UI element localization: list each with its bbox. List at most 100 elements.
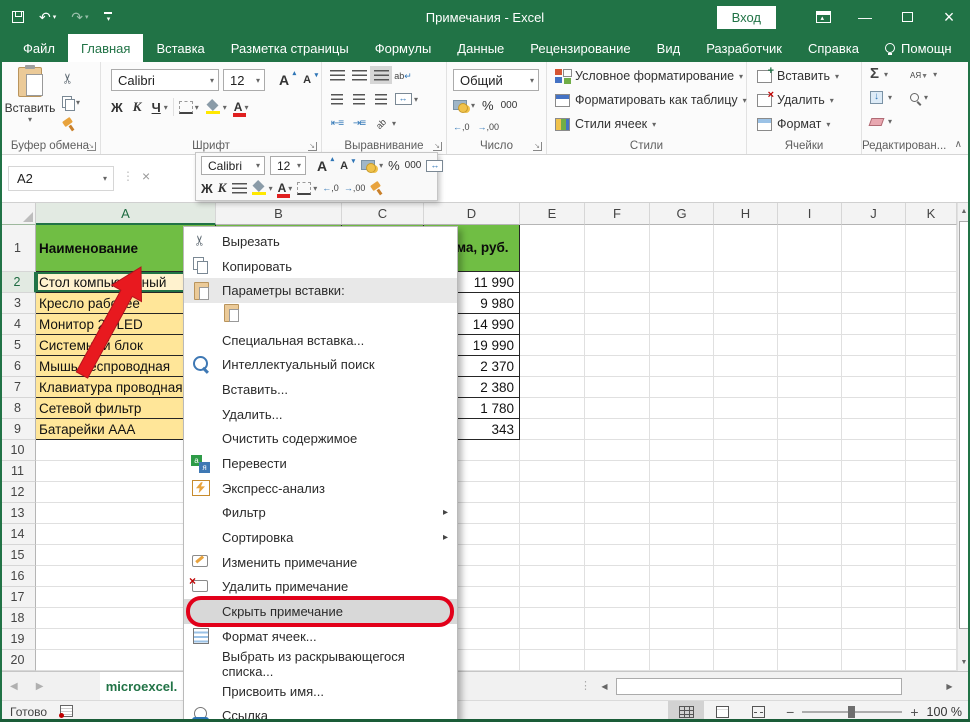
find-select-button[interactable]: ▾	[910, 93, 928, 102]
horizontal-scroll-thumb[interactable]	[616, 678, 902, 695]
dialog-launcher-icon[interactable]	[308, 142, 317, 151]
increase-decimal-button[interactable]: ←,0	[453, 122, 470, 132]
row-header-13[interactable]: 13	[0, 503, 36, 524]
cell-H2[interactable]	[714, 272, 778, 293]
undo-button[interactable]: ↶▾	[39, 10, 56, 24]
cell-H13[interactable]	[714, 503, 778, 524]
cancel-icon[interactable]: ×	[142, 168, 150, 184]
menu-item-smart-lookup[interactable]: Интеллектуальный поиск	[184, 352, 457, 377]
insert-cells-button[interactable]: Вставить ▾	[757, 69, 839, 83]
previous-sheet-icon[interactable]: ◀	[10, 681, 18, 692]
zoom-out-button[interactable]: −	[786, 704, 794, 720]
zoom-slider[interactable]	[802, 711, 902, 713]
cell-F16[interactable]	[585, 566, 650, 587]
cell-F2[interactable]	[585, 272, 650, 293]
cell-E1[interactable]	[520, 225, 585, 272]
tab-insert[interactable]: Вставка	[143, 34, 217, 62]
chevron-down-icon[interactable]: ▾	[414, 95, 418, 104]
menu-item-pick-from-dropdown-list[interactable]: Выбрать из раскрывающегося списка...	[184, 649, 457, 679]
merge-center-button[interactable]	[392, 90, 414, 108]
scroll-left-icon[interactable]: ◀	[596, 678, 613, 695]
format-as-table-button[interactable]: Форматировать как таблицу ▾	[555, 93, 747, 107]
cell-E20[interactable]	[520, 650, 585, 671]
mini-font-color-button[interactable]: А▾	[278, 183, 293, 194]
cell-H10[interactable]	[714, 440, 778, 461]
cell-I14[interactable]	[778, 524, 842, 545]
cell-K5[interactable]	[906, 335, 957, 356]
accounting-format-button[interactable]: ▾	[453, 99, 475, 112]
menu-item-clear-contents[interactable]: Очистить содержимое	[184, 427, 457, 452]
formula-bar-splitter[interactable]: ⋮	[122, 169, 134, 183]
cell-F9[interactable]	[585, 419, 650, 440]
cell-K19[interactable]	[906, 629, 957, 650]
cell-F18[interactable]	[585, 608, 650, 629]
cell-I2[interactable]	[778, 272, 842, 293]
cell-F7[interactable]	[585, 377, 650, 398]
cell-I10[interactable]	[778, 440, 842, 461]
cell-G16[interactable]	[650, 566, 714, 587]
row-header-14[interactable]: 14	[0, 524, 36, 545]
cell-G13[interactable]	[650, 503, 714, 524]
cell-E11[interactable]	[520, 461, 585, 482]
cell-K4[interactable]	[906, 314, 957, 335]
tab-help[interactable]: Справка	[795, 34, 872, 62]
cell-I6[interactable]	[778, 356, 842, 377]
cell-J20[interactable]	[842, 650, 906, 671]
cell-I17[interactable]	[778, 587, 842, 608]
row-header-1[interactable]: 1	[0, 225, 36, 272]
zoom-level[interactable]: 100 %	[927, 705, 962, 719]
cell-E13[interactable]	[520, 503, 585, 524]
tab-formulas[interactable]: Формулы	[362, 34, 445, 62]
bold-button[interactable]: Ж	[111, 100, 123, 115]
cell-K3[interactable]	[906, 293, 957, 314]
cell-E6[interactable]	[520, 356, 585, 377]
tab-assistant[interactable]: Помощн	[872, 34, 965, 62]
tab-review[interactable]: Рецензирование	[517, 34, 643, 62]
mini-fill-color-button[interactable]: ▾	[252, 182, 273, 195]
chevron-down-icon[interactable]: ▾	[164, 103, 168, 112]
cell-F15[interactable]	[585, 545, 650, 566]
cell-I15[interactable]	[778, 545, 842, 566]
cell-I1[interactable]	[778, 225, 842, 272]
cell-G17[interactable]	[650, 587, 714, 608]
row-header-17[interactable]: 17	[0, 587, 36, 608]
cell-G12[interactable]	[650, 482, 714, 503]
cell-J18[interactable]	[842, 608, 906, 629]
close-button[interactable]: ×	[928, 0, 970, 34]
cell-J13[interactable]	[842, 503, 906, 524]
underline-button[interactable]: Ч	[152, 100, 161, 115]
cell-K7[interactable]	[906, 377, 957, 398]
tab-file[interactable]: Файл	[10, 34, 68, 62]
align-icon[interactable]	[232, 183, 247, 194]
cell-K13[interactable]	[906, 503, 957, 524]
cell-K10[interactable]	[906, 440, 957, 461]
cell-G18[interactable]	[650, 608, 714, 629]
ribbon-display-options-button[interactable]	[802, 0, 844, 34]
cell-J4[interactable]	[842, 314, 906, 335]
cell-E7[interactable]	[520, 377, 585, 398]
align-right-button[interactable]	[370, 90, 392, 108]
cell-H16[interactable]	[714, 566, 778, 587]
cell-E14[interactable]	[520, 524, 585, 545]
name-box[interactable]: A2 ▾	[8, 166, 114, 191]
cell-G2[interactable]	[650, 272, 714, 293]
dialog-launcher-icon[interactable]	[87, 142, 96, 151]
cell-E16[interactable]	[520, 566, 585, 587]
shrink-font-button[interactable]: А	[303, 74, 311, 86]
cell-E15[interactable]	[520, 545, 585, 566]
italic-button[interactable]: К	[133, 99, 142, 115]
sheet-tab-active[interactable]: microexcel.	[100, 672, 184, 701]
increase-indent-button[interactable]: ⇥≡	[348, 114, 370, 132]
format-painter-icon[interactable]	[370, 182, 383, 195]
cell-E8[interactable]	[520, 398, 585, 419]
cell-J3[interactable]	[842, 293, 906, 314]
collapse-ribbon-icon[interactable]: ∧	[955, 139, 962, 150]
cell-I5[interactable]	[778, 335, 842, 356]
cell-E10[interactable]	[520, 440, 585, 461]
cell-J15[interactable]	[842, 545, 906, 566]
borders-button[interactable]: ▾	[179, 101, 199, 114]
cell-J17[interactable]	[842, 587, 906, 608]
cell-E17[interactable]	[520, 587, 585, 608]
minimize-button[interactable]: —	[844, 0, 886, 34]
cell-G11[interactable]	[650, 461, 714, 482]
